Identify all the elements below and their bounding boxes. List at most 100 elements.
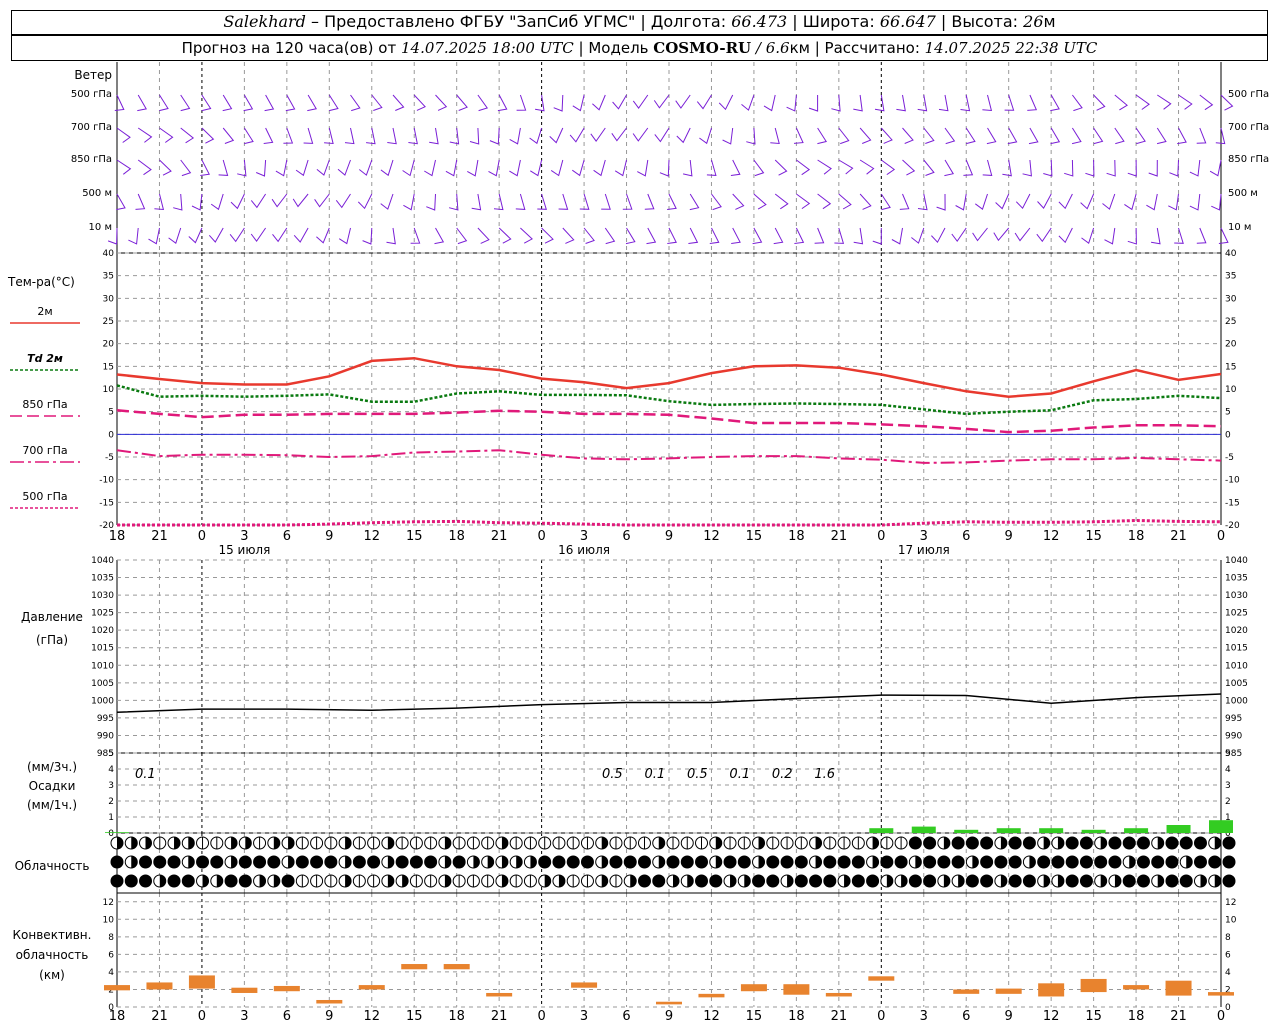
cloud-symbol-fill	[367, 856, 380, 868]
cloud-symbol-fill	[1157, 875, 1164, 887]
cloud-symbol-fill	[687, 875, 694, 887]
cloud-symbol-fill	[273, 837, 280, 849]
cloud-symbol-fill	[1137, 875, 1150, 887]
hour-tick-label: 15	[1085, 529, 1102, 544]
wind-barb	[550, 159, 564, 177]
wind-barb	[944, 127, 956, 145]
wind-barb	[902, 127, 914, 144]
wind-barb	[173, 193, 183, 211]
wind-barb	[902, 159, 916, 176]
wind-barb	[1104, 227, 1116, 245]
wind-barb	[208, 227, 224, 243]
y-tick-label-right: 0	[1225, 1003, 1231, 1013]
wind-barb	[814, 227, 825, 244]
wind-barb	[646, 227, 657, 245]
date-label: 16 июля	[558, 543, 610, 557]
hour-tick-label: 0	[877, 529, 885, 544]
cloud-symbol-fill	[781, 856, 794, 868]
wind-barb	[116, 159, 132, 175]
cloud-symbol-fill	[245, 837, 252, 849]
cloud-symbol-fill	[353, 856, 366, 868]
wind-barb	[107, 227, 118, 245]
convective-bar	[740, 984, 767, 992]
wind-barb	[553, 94, 564, 112]
wind-barb	[711, 193, 722, 211]
wind-barb	[1189, 193, 1201, 211]
hour-tick-label: 18	[788, 1009, 805, 1024]
wind-barb	[509, 159, 521, 177]
hour-tick-label: 18	[109, 529, 126, 544]
wind-barb	[434, 227, 445, 245]
cloud-symbol-fill	[1208, 856, 1221, 868]
y-tick-label-left: 1000	[91, 696, 114, 706]
y-tick-label-right: 1005	[1225, 679, 1248, 689]
wind-barb	[159, 94, 169, 112]
cloud-symbol-fill	[1123, 875, 1136, 887]
cloud-symbol-fill	[1214, 837, 1221, 849]
cloud-symbol-fill	[453, 856, 466, 868]
y-tick-label-left: 2	[108, 797, 114, 807]
cloud-symbol-fill	[638, 875, 651, 887]
hour-tick-label: 3	[580, 529, 588, 544]
wind-barb	[562, 227, 575, 244]
wind-barb	[1156, 127, 1167, 145]
cloud-symbol-fill	[153, 856, 166, 868]
hour-tick-label: 6	[283, 1009, 291, 1024]
wind-barb	[732, 193, 745, 210]
convective-bar	[995, 988, 1022, 994]
wind-barb	[456, 227, 468, 245]
cloud-symbol-fill	[1165, 856, 1178, 868]
cloud-symbol-fill	[809, 875, 822, 887]
cloud-symbol-fill	[387, 856, 394, 868]
cloud-symbol-fill	[980, 856, 993, 868]
y-tick-label-left: 35	[103, 272, 114, 282]
wind-barb	[975, 193, 988, 211]
cloud-symbol-fill	[1108, 837, 1121, 849]
hour-tick-label: 6	[283, 529, 291, 544]
y-tick-label-left: 25	[103, 317, 114, 327]
y-tick-label-left: 995	[97, 714, 114, 724]
cloud-symbol-fill	[909, 875, 922, 887]
convective-bar	[486, 992, 513, 997]
wind-barb	[1080, 193, 1095, 210]
wind-barb	[250, 227, 267, 243]
wind-barb	[899, 193, 910, 210]
cloud-symbol-fill	[1194, 856, 1207, 868]
cloud-symbol-fill	[581, 856, 594, 868]
cloud-symbol-fill	[1137, 837, 1150, 849]
cloud-symbol-fill	[601, 856, 608, 868]
y-tick-label-right: 15	[1225, 362, 1236, 372]
wind-barb	[200, 159, 210, 176]
cloud-symbol-fill	[1223, 837, 1235, 849]
hour-tick-label: 9	[1005, 529, 1013, 544]
cloud-symbol-fill	[638, 856, 651, 868]
wind-barb	[424, 159, 436, 177]
wind-barb	[612, 94, 627, 110]
cloud-symbol-fill	[795, 856, 808, 868]
cloud-symbol-fill	[1223, 875, 1235, 887]
hour-tick-label: 21	[1170, 1009, 1187, 1024]
wind-barb	[1168, 193, 1179, 211]
wind-barb	[467, 159, 479, 177]
cloud-symbol-fill	[652, 875, 665, 887]
wind-barb	[583, 227, 595, 244]
wind-barb	[1093, 127, 1104, 145]
cloud-symbol-fill	[1023, 837, 1036, 849]
convective-bar	[316, 999, 343, 1004]
wind-barb	[1106, 159, 1116, 177]
y-tick-label-left: 15	[103, 362, 114, 372]
wind-barb	[688, 227, 699, 244]
hour-tick-label: 12	[363, 529, 380, 544]
cloud-symbol-fill	[943, 837, 950, 849]
wind-barb	[675, 94, 691, 109]
cloud-symbol-fill	[1066, 875, 1079, 887]
hour-tick-label: 12	[1043, 529, 1060, 544]
cloud-symbol-fill	[131, 837, 138, 849]
cloud-symbol-fill	[1100, 875, 1107, 887]
cloud-symbol-fill	[1066, 856, 1079, 868]
wind-barb	[676, 127, 691, 144]
cloud-symbol-fill	[239, 856, 252, 868]
wind-barb	[402, 159, 415, 177]
y-tick-label-right: 1025	[1225, 609, 1248, 619]
hour-tick-label: 15	[1085, 1009, 1102, 1024]
